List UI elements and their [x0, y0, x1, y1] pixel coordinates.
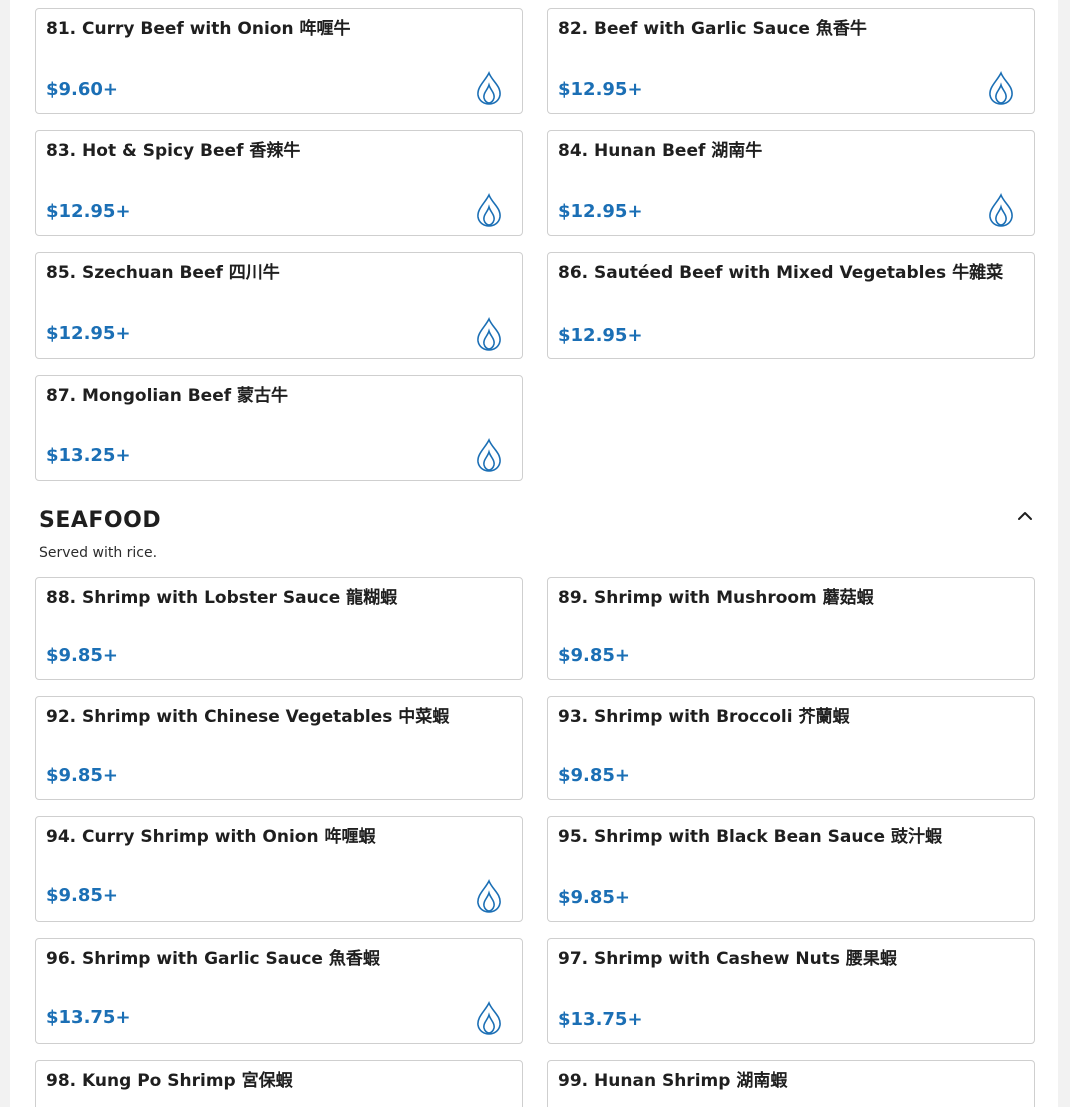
menu-item-price: $9.85+	[558, 765, 631, 786]
menu-item-title: 84. Hunan Beef 湖南牛	[558, 141, 763, 161]
menu-item-card[interactable]: 83. Hot & Spicy Beef 香辣牛 $12.95+	[35, 130, 523, 236]
menu-item-title: 83. Hot & Spicy Beef 香辣牛	[46, 141, 301, 161]
flame-icon	[989, 71, 1013, 105]
menu-item-price: $12.95+	[558, 325, 643, 346]
menu-item-title: 97. Shrimp with Cashew Nuts 腰果蝦	[558, 949, 897, 969]
menu-item-price: $12.95+	[46, 201, 131, 222]
chevron-up-icon[interactable]	[1013, 505, 1037, 527]
menu-item-card[interactable]: 95. Shrimp with Black Bean Sauce 豉汁蝦 $9.…	[547, 816, 1035, 922]
menu-item-title: 95. Shrimp with Black Bean Sauce 豉汁蝦	[558, 827, 942, 847]
menu-item-price: $12.95+	[558, 201, 643, 222]
menu-item-card[interactable]: 94. Curry Shrimp with Onion 哖喱蝦 $9.85+	[35, 816, 523, 922]
menu-item-price: $9.85+	[46, 885, 119, 906]
flame-icon	[477, 438, 501, 472]
menu-item-title: 93. Shrimp with Broccoli 芥蘭蝦	[558, 707, 850, 727]
menu-item-card[interactable]: 93. Shrimp with Broccoli 芥蘭蝦 $9.85+	[547, 696, 1035, 800]
menu-item-card[interactable]: 89. Shrimp with Mushroom 蘑菇蝦 $9.85+	[547, 577, 1035, 680]
flame-icon	[477, 879, 501, 913]
menu-item-card[interactable]: 92. Shrimp with Chinese Vegetables 中菜蝦 $…	[35, 696, 523, 800]
menu-item-card[interactable]: 96. Shrimp with Garlic Sauce 魚香蝦 $13.75+	[35, 938, 523, 1044]
menu-item-card[interactable]: 84. Hunan Beef 湖南牛 $12.95+	[547, 130, 1035, 236]
menu-item-title: 87. Mongolian Beef 蒙古牛	[46, 386, 289, 406]
menu-item-title: 98. Kung Po Shrimp 宮保蝦	[46, 1071, 293, 1091]
menu-item-price: $13.75+	[46, 1007, 131, 1028]
menu-item-price: $13.75+	[558, 1009, 643, 1030]
menu-item-price: $9.85+	[558, 645, 631, 666]
menu-item-title: 92. Shrimp with Chinese Vegetables 中菜蝦	[46, 707, 450, 727]
menu-item-price: $12.95+	[46, 323, 131, 344]
menu-item-card[interactable]: 86. Sautéed Beef with Mixed Vegetables 牛…	[547, 252, 1035, 359]
flame-icon	[477, 71, 501, 105]
menu-item-price: $9.85+	[46, 645, 119, 666]
menu-item-card[interactable]: 88. Shrimp with Lobster Sauce 龍糊蝦 $9.85+	[35, 577, 523, 680]
menu-page: 81. Curry Beef with Onion 哖喱牛 $9.60+ 82.…	[10, 0, 1058, 1107]
menu-item-price: $9.85+	[46, 765, 119, 786]
menu-item-title: 85. Szechuan Beef 四川牛	[46, 263, 280, 283]
menu-item-title: 88. Shrimp with Lobster Sauce 龍糊蝦	[46, 588, 398, 608]
section-title: SEAFOOD	[39, 508, 162, 533]
menu-item-title: 89. Shrimp with Mushroom 蘑菇蝦	[558, 588, 874, 608]
menu-item-title: 99. Hunan Shrimp 湖南蝦	[558, 1071, 788, 1091]
menu-item-title: 86. Sautéed Beef with Mixed Vegetables 牛…	[558, 263, 1004, 283]
menu-item-card[interactable]: 82. Beef with Garlic Sauce 魚香牛 $12.95+	[547, 8, 1035, 114]
section-description: Served with rice.	[39, 545, 158, 561]
menu-item-card[interactable]: 81. Curry Beef with Onion 哖喱牛 $9.60+	[35, 8, 523, 114]
menu-item-price: $9.60+	[46, 79, 119, 100]
menu-item-card[interactable]: 98. Kung Po Shrimp 宮保蝦	[35, 1060, 523, 1107]
menu-item-price: $13.25+	[46, 445, 131, 466]
flame-icon	[989, 193, 1013, 227]
menu-item-card[interactable]: 99. Hunan Shrimp 湖南蝦	[547, 1060, 1035, 1107]
menu-item-price: $12.95+	[558, 79, 643, 100]
menu-item-title: 81. Curry Beef with Onion 哖喱牛	[46, 19, 351, 39]
menu-item-card[interactable]: 85. Szechuan Beef 四川牛 $12.95+	[35, 252, 523, 359]
menu-item-title: 94. Curry Shrimp with Onion 哖喱蝦	[46, 827, 376, 847]
menu-item-card[interactable]: 97. Shrimp with Cashew Nuts 腰果蝦 $13.75+	[547, 938, 1035, 1044]
flame-icon	[477, 193, 501, 227]
menu-item-title: 82. Beef with Garlic Sauce 魚香牛	[558, 19, 867, 39]
menu-item-card[interactable]: 87. Mongolian Beef 蒙古牛 $13.25+	[35, 375, 523, 481]
menu-item-title: 96. Shrimp with Garlic Sauce 魚香蝦	[46, 949, 380, 969]
menu-item-price: $9.85+	[558, 887, 631, 908]
flame-icon	[477, 1001, 501, 1035]
flame-icon	[477, 317, 501, 351]
